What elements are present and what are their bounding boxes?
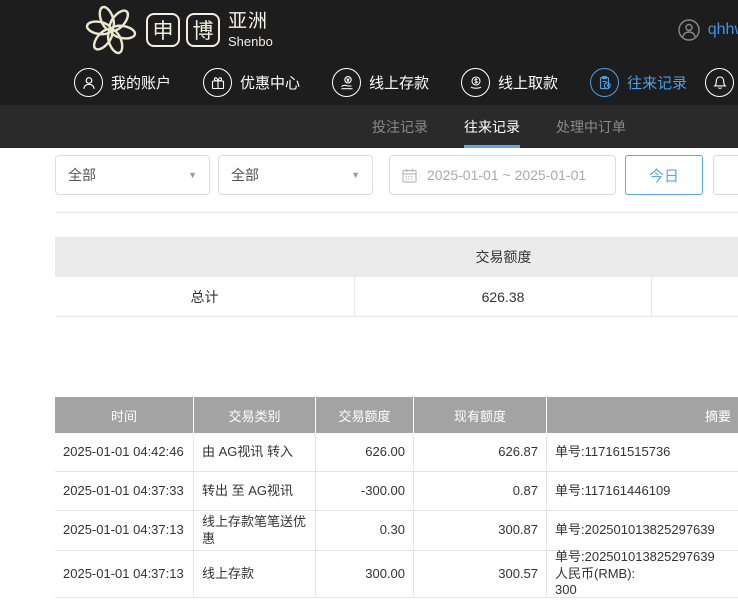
- nav-item-withdraw[interactable]: 线上取款: [461, 68, 558, 97]
- date-range-input[interactable]: 2025-01-01 ~ 2025-01-01: [389, 155, 616, 195]
- tab-processing-orders[interactable]: 处理中订单: [556, 105, 626, 148]
- cell-type: 转出 至 AG视讯: [194, 472, 316, 510]
- chevron-down-icon: ▼: [188, 170, 197, 180]
- cell-type: 线上存款笔笔送优惠: [194, 511, 316, 550]
- username-text: qhhw: [708, 21, 738, 39]
- nav-item-deposit[interactable]: 线上存款: [332, 68, 429, 97]
- table-row: 2025-01-01 04:37:13 线上存款 300.00 300.57 单…: [55, 551, 738, 598]
- table-row: 2025-01-01 04:42:46 由 AG视讯 转入 626.00 626…: [55, 433, 738, 472]
- summary-amount-header: 交易额度: [355, 237, 652, 277]
- brand-region: 亚洲 Shenbo: [228, 12, 273, 48]
- transactions-header-row: 时间 交易类别 交易额度 现有额度 摘要: [55, 397, 738, 433]
- nav-item-label: 优惠中心: [240, 72, 300, 93]
- nav-item-label: 线上存款: [369, 72, 429, 93]
- brand-char-bo: 博: [186, 13, 220, 47]
- summary-total-row: 总计 626.38: [55, 277, 738, 317]
- cell-type: 线上存款: [194, 551, 316, 597]
- cell-balance: 0.87: [414, 472, 547, 510]
- main-navigation: 我的账户 优惠中心 线上存款: [0, 60, 738, 105]
- nav-item-my-account[interactable]: 我的账户: [74, 68, 171, 97]
- column-header-balance: 现有额度: [414, 397, 547, 433]
- brand-logo[interactable]: 申 博 亚洲 Shenbo: [82, 0, 312, 60]
- transaction-type-dropdown-2[interactable]: 全部 ▼: [218, 155, 373, 195]
- transactions-table: 时间 交易类别 交易额度 现有额度 摘要 2025-01-01 04:42:46…: [55, 397, 738, 598]
- table-row: 2025-01-01 04:37:33 转出 至 AG视讯 -300.00 0.…: [55, 472, 738, 511]
- summary-header-empty: [652, 237, 738, 277]
- cell-amount: 626.00: [316, 433, 414, 471]
- cell-amount: 0.30: [316, 511, 414, 550]
- summary-total-value: 626.38: [355, 277, 652, 316]
- records-tabbar: 投注记录 往来记录 处理中订单: [0, 105, 738, 148]
- cell-balance: 626.87: [414, 433, 547, 471]
- dropdown-value: 全部: [68, 165, 96, 185]
- cell-time: 2025-01-01 04:42:46: [55, 433, 194, 471]
- dropdown-value: 全部: [231, 165, 259, 185]
- cell-summary: 单号:117161515736: [547, 433, 738, 471]
- cell-type: 由 AG视讯 转入: [194, 433, 316, 471]
- top-header: 申 博 亚洲 Shenbo qhhw: [0, 0, 738, 60]
- tab-transaction-records[interactable]: 往来记录: [464, 105, 520, 148]
- user-icon: [74, 68, 103, 97]
- nav-item-promotions[interactable]: 优惠中心: [203, 68, 300, 97]
- brand-region-label: 亚洲: [228, 12, 273, 31]
- brand-flower-icon: [82, 2, 140, 58]
- summary-total-label: 总计: [55, 277, 355, 316]
- tab-betting-records[interactable]: 投注记录: [372, 105, 428, 148]
- summary-table: 交易额度 总计 626.38: [55, 237, 738, 317]
- nav-item-label: 线上取款: [498, 72, 558, 93]
- summary-header-empty: [55, 237, 355, 277]
- summary-empty-cell: [652, 277, 738, 316]
- cell-balance: 300.87: [414, 511, 547, 550]
- chevron-down-icon: ▼: [351, 170, 360, 180]
- transaction-type-dropdown-1[interactable]: 全部 ▼: [55, 155, 210, 195]
- transaction-records-page: 申 博 亚洲 Shenbo qhhw: [0, 0, 738, 600]
- section-divider: [55, 212, 738, 213]
- column-header-time: 时间: [55, 397, 194, 433]
- calendar-icon: [401, 167, 418, 184]
- cell-balance: 300.57: [414, 551, 547, 597]
- filter-row: 全部 ▼ 全部 ▼ 2025-01-01 ~ 2025-01-01 今日 昨日: [55, 155, 738, 195]
- cell-time: 2025-01-01 04:37:33: [55, 472, 194, 510]
- user-avatar-icon: [677, 18, 701, 42]
- summary-header-row: 交易额度: [55, 237, 738, 277]
- cell-time: 2025-01-01 04:37:13: [55, 551, 194, 597]
- table-row: 2025-01-01 04:37:13 线上存款笔笔送优惠 0.30 300.8…: [55, 511, 738, 551]
- nav-item-label: 往来记录: [627, 72, 687, 93]
- notifications-button[interactable]: [705, 68, 734, 97]
- account-menu[interactable]: qhhw: [677, 0, 738, 60]
- bell-icon: [705, 68, 734, 97]
- brand-subtitle: Shenbo: [228, 35, 273, 48]
- column-header-amount: 交易额度: [316, 397, 414, 433]
- nav-item-records[interactable]: 往来记录: [590, 68, 687, 97]
- cell-summary: 单号:117161446109: [547, 472, 738, 510]
- withdraw-icon: [461, 68, 490, 97]
- nav-item-label: 我的账户: [111, 72, 171, 93]
- today-button[interactable]: 今日: [625, 155, 703, 195]
- brand-char-shen: 申: [146, 13, 180, 47]
- column-header-summary: 摘要: [547, 397, 738, 433]
- date-range-value: 2025-01-01 ~ 2025-01-01: [427, 167, 586, 183]
- deposit-icon: [332, 68, 361, 97]
- cell-summary: 单号:202501013825297639 人民币(RMB): 300: [547, 551, 738, 597]
- cell-amount: 300.00: [316, 551, 414, 597]
- records-icon: [590, 68, 619, 97]
- cell-time: 2025-01-01 04:37:13: [55, 511, 194, 550]
- yesterday-button[interactable]: 昨日: [713, 155, 738, 195]
- cell-amount: -300.00: [316, 472, 414, 510]
- gift-icon: [203, 68, 232, 97]
- cell-summary: 单号:202501013825297639: [547, 511, 738, 550]
- column-header-type: 交易类别: [194, 397, 316, 433]
